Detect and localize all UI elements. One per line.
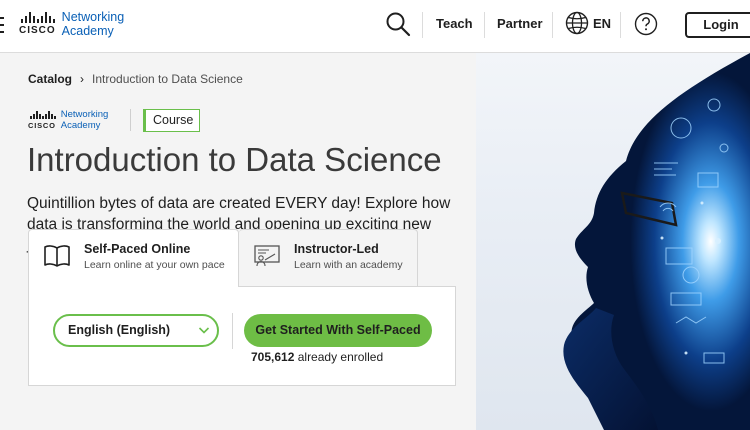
enrolled-number: 705,612 (251, 350, 295, 364)
ai-head-illustration (563, 53, 750, 430)
panel-divider (239, 286, 456, 287)
language-select[interactable]: English (English) (53, 314, 219, 347)
cisco-wordmark: CISCO (28, 120, 56, 130)
tab-instructor-led[interactable]: Instructor-Led Learn with an academy (239, 229, 418, 287)
enroll-divider (232, 313, 233, 349)
breadcrumb-catalog-link[interactable]: Catalog (28, 72, 72, 86)
hero-image (476, 53, 750, 430)
nav-divider (484, 12, 485, 38)
tab-title: Instructor-Led (294, 242, 379, 256)
nav-teach-link[interactable]: Teach (436, 16, 473, 31)
get-started-button[interactable]: Get Started With Self-Paced (244, 314, 432, 347)
logo-line-2: Academy (60, 120, 101, 131)
logo-line-1: Networking (61, 10, 125, 24)
logo-line-1: Networking (60, 109, 109, 120)
tab-title: Self-Paced Online (84, 242, 191, 256)
enrolled-suffix: already enrolled (294, 350, 384, 364)
language-select-value: English (English) (68, 323, 171, 337)
tab-self-paced[interactable]: Self-Paced Online Learn online at your o… (28, 229, 239, 287)
top-header: CISCO Networking Academy Teach Partner E… (0, 0, 750, 53)
login-button[interactable]: Login (685, 12, 750, 38)
menu-icon[interactable] (0, 17, 4, 33)
breadcrumb: Catalog › Introduction to Data Science (28, 72, 243, 86)
breadcrumb-current: Introduction to Data Science (92, 72, 243, 86)
course-type-badge: Course (143, 109, 201, 132)
nav-partner-link[interactable]: Partner (497, 16, 543, 31)
search-icon[interactable] (385, 11, 411, 37)
enrolled-count: 705,612 already enrolled (251, 350, 383, 364)
help-icon[interactable] (634, 12, 658, 36)
cisco-bars-icon (21, 12, 56, 23)
cisco-wordmark: CISCO (19, 25, 56, 36)
classroom-icon (254, 245, 280, 267)
page-title: Introduction to Data Science (27, 141, 442, 178)
cisco-bars-icon (30, 110, 56, 119)
tab-subtitle: Learn online at your own pace (84, 259, 225, 271)
logo-divider (130, 109, 131, 131)
logo-line-2: Academy (61, 24, 114, 38)
language-label[interactable]: EN (593, 16, 611, 31)
networking-academy-logo[interactable]: CISCO Networking Academy (19, 10, 124, 38)
nav-divider (552, 12, 553, 38)
chevron-right-icon: › (80, 72, 85, 86)
chevron-down-icon (198, 327, 210, 334)
book-icon (44, 245, 70, 267)
tab-subtitle: Learn with an academy (294, 259, 403, 271)
course-provider-logo: CISCO Networking Academy (28, 109, 108, 131)
nav-divider (620, 12, 621, 38)
nav-divider (422, 12, 423, 38)
globe-icon[interactable] (565, 11, 589, 35)
